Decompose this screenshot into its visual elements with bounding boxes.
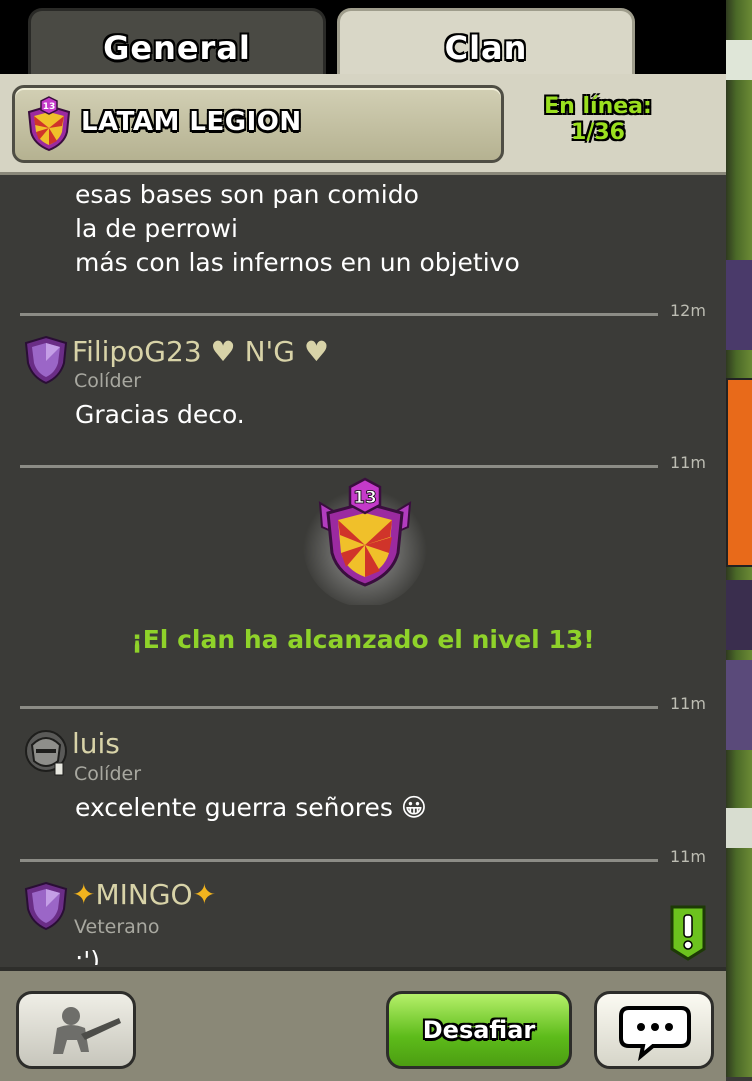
clan-chat-panel: General Clan 13 LATAM LEGION En línea: 1… <box>0 0 726 1081</box>
tab-bar: General Clan <box>0 0 726 80</box>
user-role: Colíder <box>74 763 142 785</box>
divider <box>20 313 658 316</box>
clan-info-button[interactable]: 13 LATAM LEGION <box>12 85 504 163</box>
timestamp: 11m <box>670 453 706 472</box>
chat-bubble-icon <box>619 1006 691 1062</box>
background-detail <box>726 808 752 848</box>
knight-avatar-icon <box>25 730 67 776</box>
heart-icon: ♥ <box>210 335 236 368</box>
clan-level-badge-icon: 13 <box>303 477 427 605</box>
level-up-message: ¡El clan ha alcanzado el nivel 13! <box>131 625 595 654</box>
timestamp: 11m <box>670 847 706 866</box>
chat-message-text: :') <box>75 946 101 965</box>
chat-message-line: la de perrowi <box>75 214 238 243</box>
bottom-bar: Desafiar <box>0 967 726 1081</box>
svg-text:13: 13 <box>43 102 56 112</box>
challenge-label: Desafiar <box>422 1016 536 1044</box>
username[interactable]: ✦MINGO✦ <box>72 878 216 911</box>
background-detail <box>726 660 752 750</box>
username[interactable]: FilipoG23 ♥ N'G ♥ <box>72 335 329 368</box>
sparkle-icon: ✦ <box>72 878 96 911</box>
timestamp: 11m <box>670 694 706 713</box>
game-background <box>726 0 752 1077</box>
tab-clan[interactable]: Clan <box>337 8 635 80</box>
chat-message-line: más con las infernos en un objetivo <box>75 248 520 277</box>
divider <box>20 859 658 862</box>
war-button[interactable] <box>16 991 136 1069</box>
sparkle-icon: ✦ <box>192 878 217 911</box>
username-suffix: N'G <box>244 335 295 368</box>
league-shield-icon <box>24 335 68 385</box>
svg-text:13: 13 <box>353 488 377 508</box>
chat-button[interactable] <box>594 991 714 1069</box>
tab-clan-label: Clan <box>444 29 528 67</box>
league-shield-icon <box>24 881 68 931</box>
username-text: FilipoG23 <box>72 335 202 368</box>
clan-name: LATAM LEGION <box>81 107 302 137</box>
online-count: 1/36 <box>571 120 625 145</box>
war-icon <box>53 1007 121 1054</box>
chat-message-line: esas bases son pan comido <box>75 180 419 209</box>
background-detail <box>726 378 752 567</box>
online-label: En línea: <box>544 94 652 119</box>
alert-icon[interactable] <box>668 903 708 961</box>
chat-message-text: excelente guerra señores 😀 <box>75 793 427 822</box>
tab-general[interactable]: General <box>28 8 326 78</box>
background-detail <box>726 40 752 80</box>
timestamp: 12m <box>670 301 706 320</box>
clan-header: 13 LATAM LEGION En línea: 1/36 <box>0 74 726 175</box>
user-role: Veterano <box>74 916 160 938</box>
chat-message-text: Gracias deco. <box>75 400 245 429</box>
heart-icon: ♥ <box>303 335 329 368</box>
username-text: MINGO <box>95 878 193 911</box>
divider <box>20 465 658 468</box>
background-detail <box>726 580 752 650</box>
online-status: En línea: 1/36 <box>536 94 660 146</box>
clan-badge-icon: 13 <box>27 96 71 152</box>
challenge-button[interactable]: Desafiar <box>386 991 572 1069</box>
chat-list[interactable]: esas bases son pan comido la de perrowi … <box>0 175 726 965</box>
background-detail <box>726 260 752 350</box>
username[interactable]: luis <box>72 727 120 760</box>
user-role: Colíder <box>74 370 142 392</box>
tab-general-label: General <box>103 29 251 67</box>
divider <box>20 706 658 709</box>
